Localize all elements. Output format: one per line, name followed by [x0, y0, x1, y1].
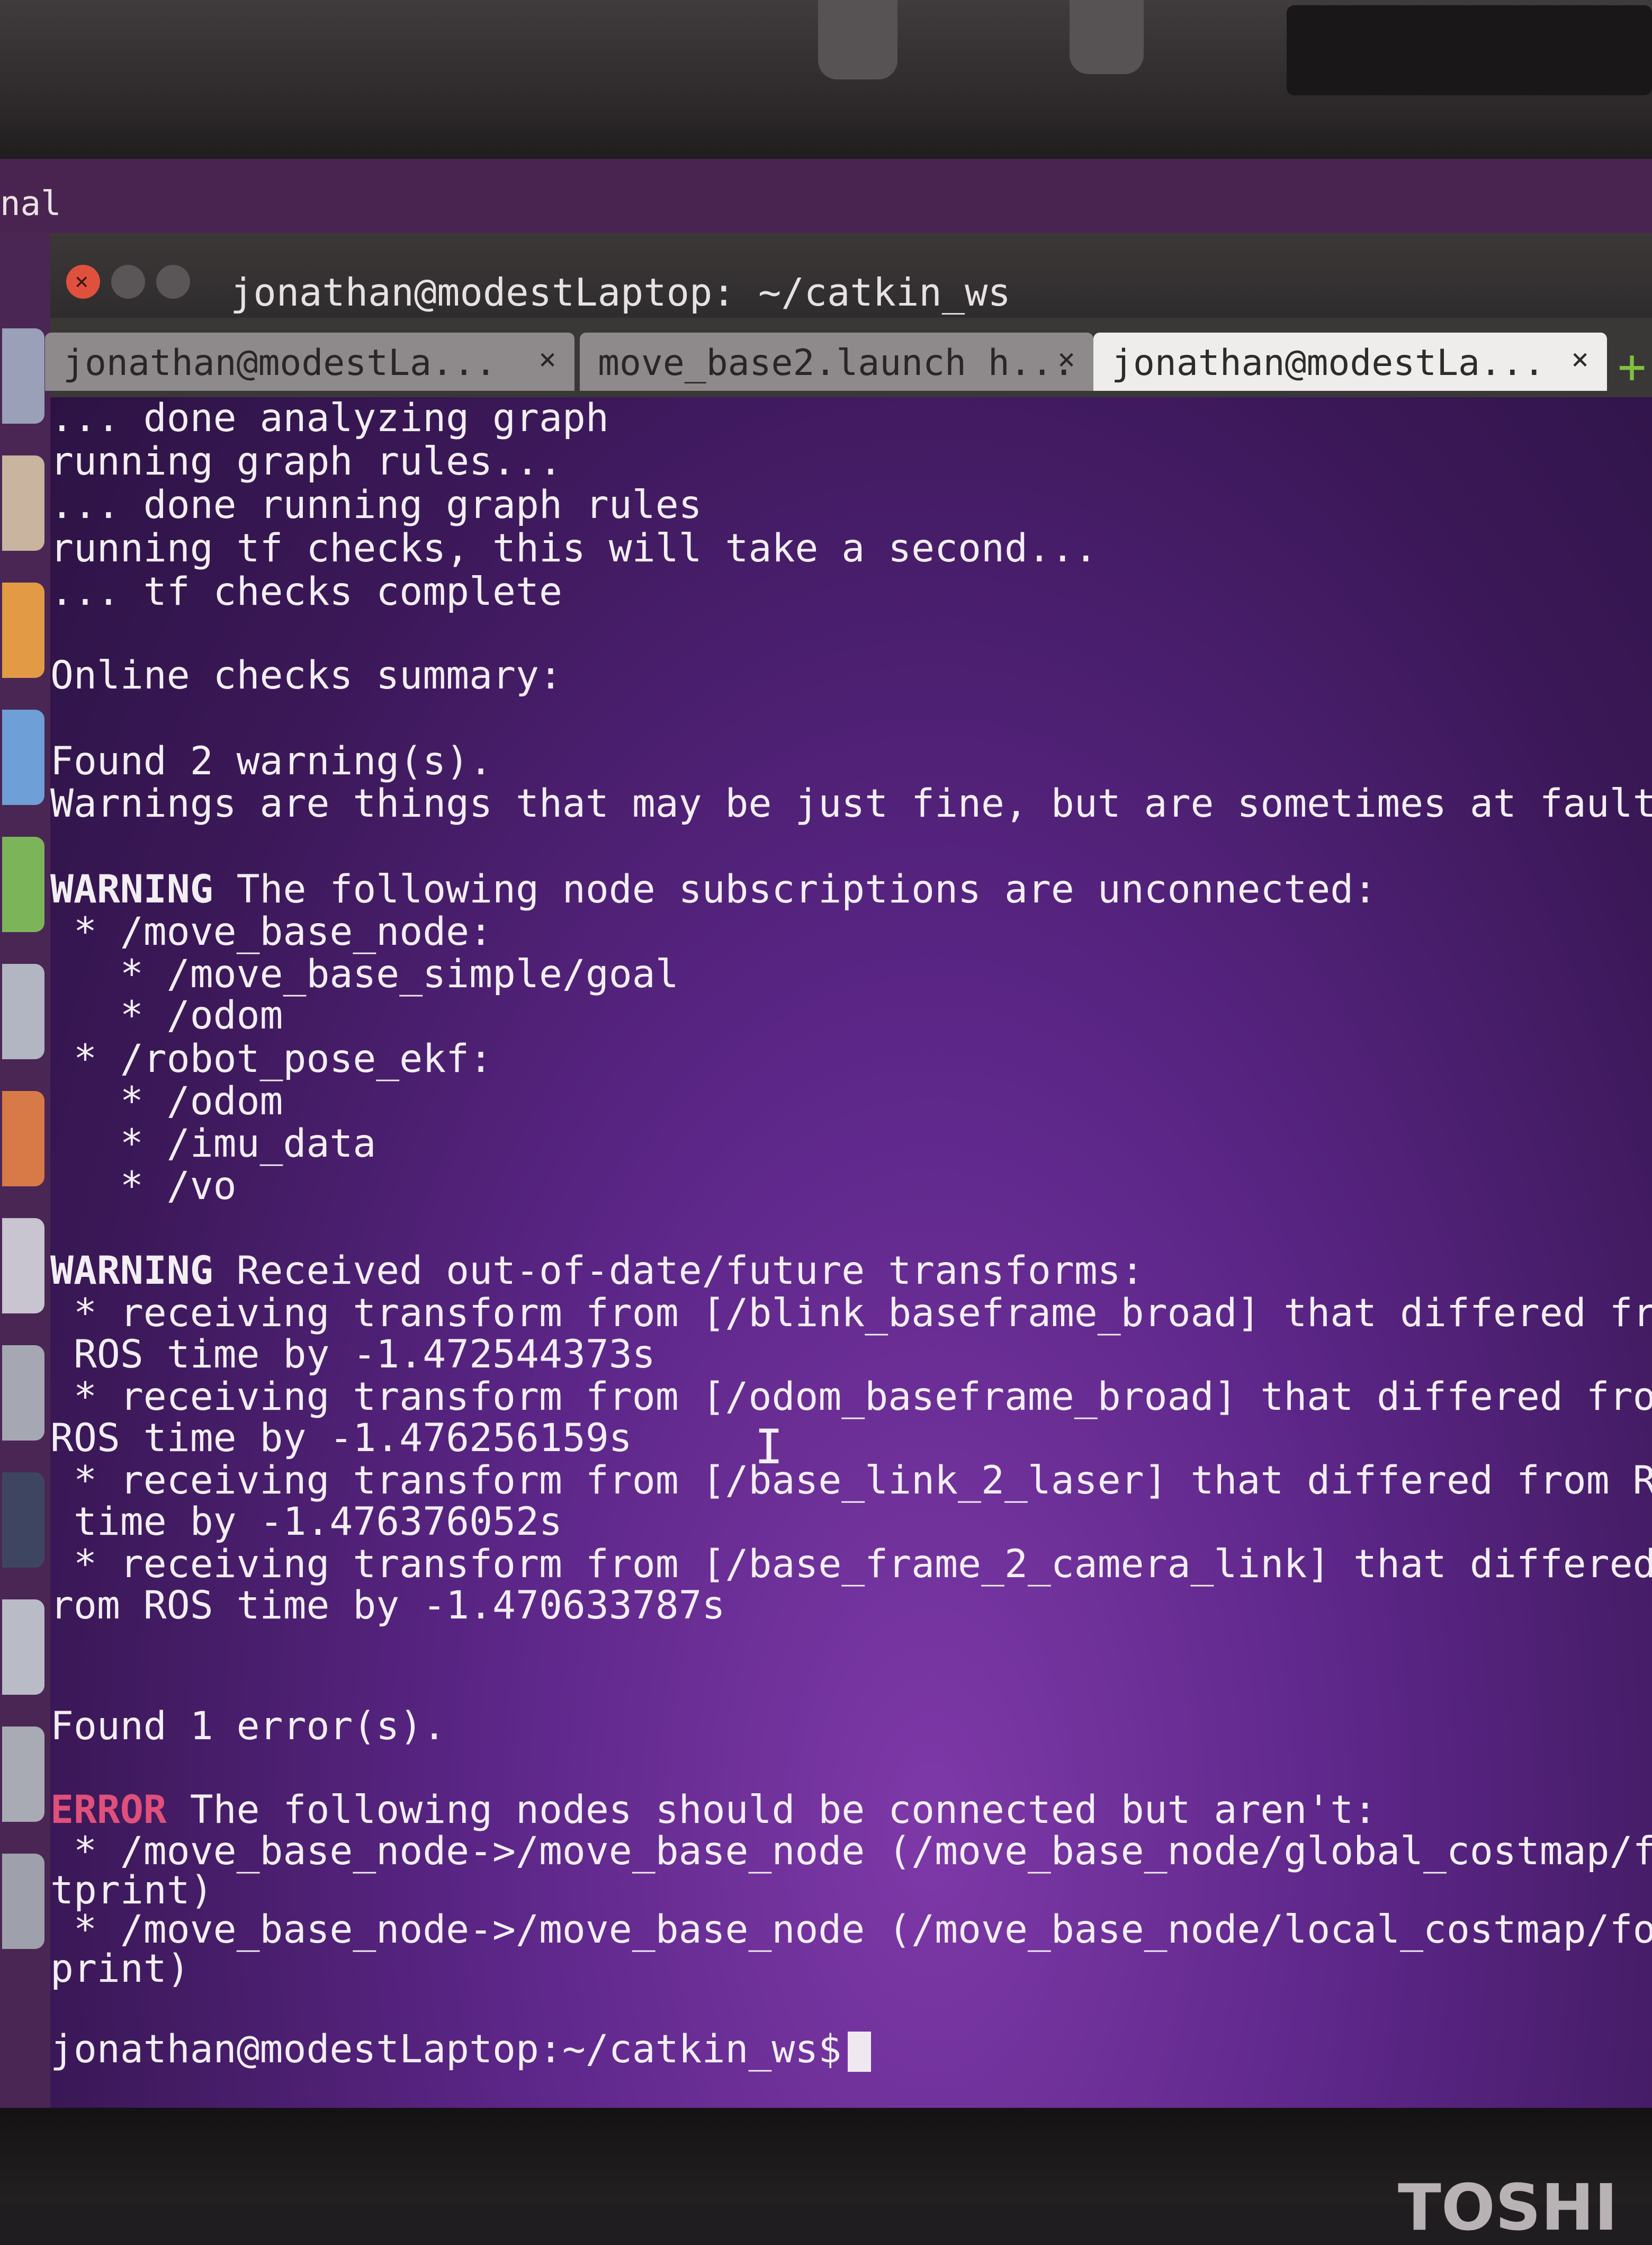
warning-text: Received out-of-date/future transforms: [236, 1248, 1144, 1293]
terminal-line: time by -1.476376052s [50, 1499, 562, 1544]
terminal-line: * /move_base_simple/goal [50, 952, 679, 997]
terminal-line: * /move_base_node->/move_base_node (/mov… [50, 1907, 1652, 1952]
laptop-bezel-top [0, 0, 1652, 159]
tab-terminal-active[interactable]: jonathan@modestLa... × [1093, 333, 1607, 391]
tab-close-icon[interactable]: × [1057, 342, 1075, 377]
terminal-line: ... done running graph rules [50, 482, 702, 527]
terminal-line: * /imu_data [50, 1121, 376, 1166]
window-titlebar[interactable]: × jonathan@modestLaptop: ~/catkin_ws [50, 233, 1652, 318]
terminal-line: * receiving transform from [/base_link_2… [50, 1458, 1652, 1503]
launcher-app-icon[interactable] [2, 1854, 44, 1949]
warning-line: WARNING The following node subscriptions… [50, 869, 1377, 911]
warning-label: WARNING [50, 867, 213, 912]
terminal-line: * receiving transform from [/blink_basef… [50, 1291, 1652, 1336]
terminal-line: * receiving transform from [/odom_basefr… [50, 1374, 1652, 1419]
tab-bar: jonathan@modestLa... × move_base2.launch… [45, 318, 1652, 397]
window-close-button[interactable]: × [66, 265, 100, 299]
tab-close-icon[interactable]: × [1571, 342, 1589, 377]
launcher-app-icon[interactable] [2, 1472, 44, 1568]
text-cursor [848, 2031, 872, 2072]
tab-close-icon[interactable]: × [538, 342, 556, 377]
tab-launch-file[interactable]: move_base2.launch h... × [580, 333, 1093, 391]
terminal-line: * receiving transform from [/base_frame_… [50, 1542, 1652, 1587]
terminal-line: ... tf checks complete [50, 569, 562, 614]
terminal-line: * /move_base_node->/move_base_node (/mov… [50, 1829, 1652, 1874]
warning-label: WARNING [50, 1248, 213, 1293]
error-line: ERROR The following nodes should be conn… [50, 1789, 1377, 1831]
screen: nal × jonathan@modestLaptop: ~/catkin_ws… [0, 159, 1652, 2108]
bezel-hinge [818, 0, 897, 79]
terminal-line: Found 1 error(s). [50, 1704, 446, 1749]
new-tab-icon[interactable]: + [1618, 339, 1646, 395]
launcher-app-icon[interactable] [2, 1727, 44, 1822]
window-title: jonathan@modestLaptop: ~/catkin_ws [230, 270, 1011, 315]
launcher-app-icon[interactable] [2, 1218, 44, 1313]
error-text: The following nodes should be connected … [190, 1787, 1377, 1832]
error-label: ERROR [50, 1787, 167, 1832]
warning-text: The following node subscriptions are unc… [236, 867, 1377, 912]
terminal-window: × jonathan@modestLaptop: ~/catkin_ws jon… [45, 233, 1652, 2108]
terminal-line: tprint) [50, 1868, 213, 1913]
tab-terminal-1[interactable]: jonathan@modestLa... × [45, 333, 574, 391]
terminal-line: ROS time by -1.472544373s [50, 1332, 656, 1377]
bezel-slot [1287, 5, 1652, 95]
desktop-top-panel: nal [0, 159, 1652, 233]
unity-launcher [0, 233, 50, 2108]
terminal-line: running graph rules... [50, 439, 562, 484]
terminal-line: Found 2 warning(s). [50, 739, 493, 784]
laptop-brand-logo: TOSHI [1398, 2171, 1618, 2245]
launcher-app-icon[interactable] [2, 455, 44, 551]
bezel-hinge [1070, 0, 1144, 74]
prompt-line[interactable]: jonathan@modestLaptop:~/catkin_ws$ [50, 2027, 872, 2072]
launcher-app-icon[interactable] [2, 964, 44, 1059]
launcher-app-icon[interactable] [2, 1345, 44, 1441]
terminal-line: ... done analyzing graph [50, 397, 609, 441]
launcher-app-icon[interactable] [2, 837, 44, 932]
launcher-app-icon[interactable] [2, 710, 44, 805]
window-maximize-button[interactable] [156, 265, 190, 299]
launcher-app-icon[interactable] [2, 1599, 44, 1695]
terminal-line: running tf checks, this will take a seco… [50, 526, 1098, 571]
terminal-line: * /vo [50, 1164, 237, 1209]
window-minimize-button[interactable] [111, 265, 145, 299]
terminal-line: Warnings are things that may be just fin… [50, 781, 1652, 826]
tab-label: move_base2.launch h... [598, 342, 1075, 384]
top-panel-app-name: nal [0, 184, 61, 223]
terminal-line: * /robot_pose_ekf: [50, 1036, 493, 1081]
launcher-app-icon[interactable] [2, 1091, 44, 1186]
terminal-line: Online checks summary: [50, 653, 562, 698]
terminal-line: * /move_base_node: [50, 909, 493, 954]
terminal-line: * /odom [50, 993, 283, 1038]
shell-prompt: jonathan@modestLaptop:~/catkin_ws$ [50, 2027, 842, 2072]
terminal-output[interactable]: ... done analyzing graph running graph r… [50, 397, 1652, 2108]
close-icon: × [75, 268, 89, 295]
launcher-app-icon[interactable] [2, 328, 44, 424]
tab-label: jonathan@modestLa... [63, 342, 497, 384]
terminal-line: print) [50, 1946, 190, 1991]
terminal-line: rom ROS time by -1.470633787s [50, 1583, 725, 1628]
terminal-line: ROS time by -1.476256159s [50, 1416, 632, 1461]
ibeam-cursor-icon: I [755, 1419, 784, 1475]
terminal-line: * /odom [50, 1079, 283, 1124]
warning-line: WARNING Received out-of-date/future tran… [50, 1250, 1144, 1292]
launcher-app-icon[interactable] [2, 583, 44, 678]
tab-label: jonathan@modestLa... [1111, 342, 1545, 384]
